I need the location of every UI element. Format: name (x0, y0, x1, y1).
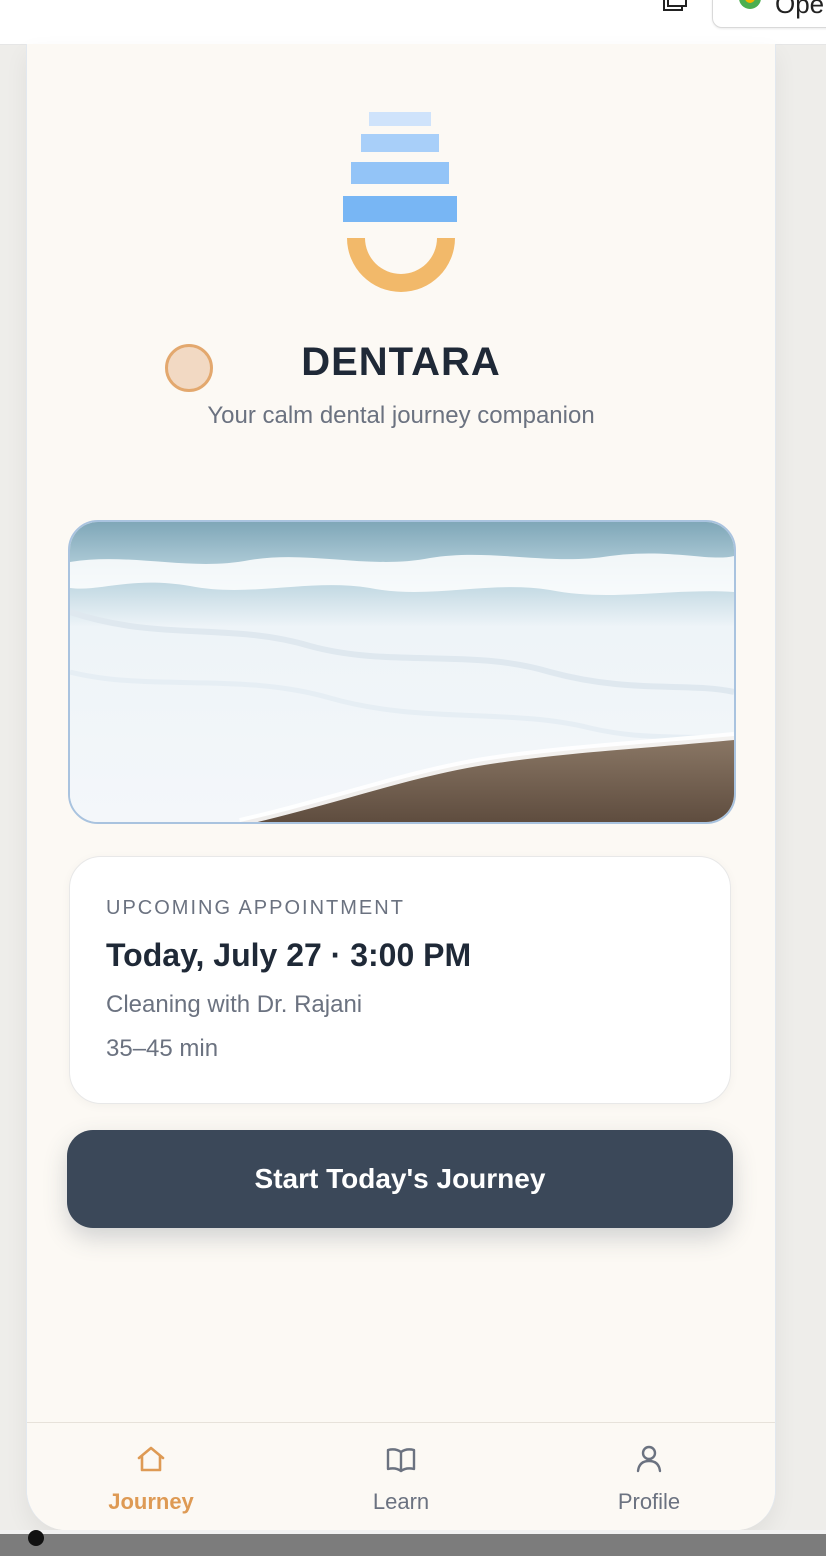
brand-subtitle: Your calm dental journey companion (207, 402, 595, 429)
appointment-kicker: UPCOMING APPOINTMENT (106, 897, 405, 919)
upcoming-appointment-card[interactable]: UPCOMING APPOINTMENT Today, July 27 · 3:… (69, 856, 731, 1104)
browser-top-bar: Ope (0, 0, 826, 45)
appointment-detail: Cleaning with Dr. Rajani (106, 991, 363, 1018)
tabs-icon[interactable] (660, 0, 688, 14)
nav-label-profile: Profile (617, 1489, 681, 1514)
brand-title: DENTARA (301, 340, 501, 384)
nav-item-learn[interactable]: Learn (321, 1423, 481, 1523)
nav-label-learn: Learn (372, 1489, 430, 1514)
browser-tab-label: Ope (775, 0, 825, 19)
bottom-navigation: Journey Learn Profile (27, 1422, 775, 1530)
book-icon (386, 1448, 416, 1473)
dentara-logo-icon (343, 112, 457, 292)
browser-bottom-strip (0, 1530, 826, 1556)
phone-frame: DENTARA Your calm dental journey compani… (26, 44, 776, 1530)
appointment-duration: 35–45 min (106, 1035, 219, 1062)
nav-label-journey: Journey (108, 1489, 194, 1514)
start-journey-button[interactable]: Start Today's Journey (67, 1130, 733, 1228)
nav-item-journey[interactable]: Journey (71, 1423, 231, 1523)
browser-logo-icon (739, 0, 761, 9)
user-icon (636, 1445, 662, 1473)
status-dot-icon (28, 1530, 44, 1546)
browser-tab-chip[interactable]: Ope (712, 0, 826, 28)
nav-item-profile[interactable]: Profile (569, 1423, 729, 1523)
appointment-datetime: Today, July 27 · 3:00 PM (106, 937, 472, 973)
home-icon (137, 1446, 165, 1472)
ocean-hero-image (68, 520, 736, 824)
